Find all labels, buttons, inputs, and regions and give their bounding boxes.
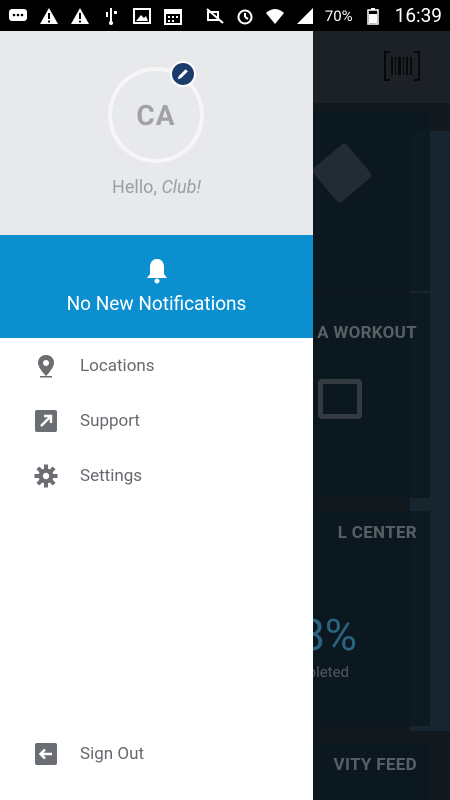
battery-percent: 70%: [324, 6, 353, 25]
menu-label: Settings: [80, 466, 143, 486]
navigation-drawer: CA Hello, Club! No New Notifications Loc…: [0, 31, 313, 800]
greeting-name: Club!: [161, 177, 201, 198]
signal-icon: [295, 7, 315, 25]
gear-icon: [34, 464, 58, 488]
bell-icon: [145, 257, 169, 285]
warning-icon: [70, 7, 90, 25]
battery-icon: [363, 7, 383, 25]
status-bar: 70% 16:39: [0, 0, 450, 31]
sign-out-label: Sign Out: [80, 744, 145, 764]
external-link-icon: [34, 409, 58, 433]
greeting-prefix: Hello,: [112, 177, 162, 198]
drawer-scrim[interactable]: [313, 31, 450, 800]
wifi-icon: [265, 7, 285, 25]
menu-item-support[interactable]: Support: [0, 396, 313, 446]
menu-label: Locations: [80, 356, 155, 376]
avatar-initials: CA: [136, 98, 176, 132]
usb-icon: [101, 7, 121, 25]
menu-label: Support: [80, 411, 140, 431]
clock: 16:39: [394, 4, 442, 27]
warning-icon: [39, 7, 59, 25]
message-icon: [8, 7, 28, 25]
location-pin-icon: [34, 354, 58, 378]
drawer-header: CA Hello, Club!: [0, 31, 313, 235]
menu-item-settings[interactable]: Settings: [0, 451, 313, 501]
menu-item-locations[interactable]: Locations: [0, 341, 313, 391]
sign-out-button[interactable]: Sign Out: [0, 729, 313, 779]
mute-icon: [205, 7, 225, 25]
sign-out-icon: [34, 742, 58, 766]
image-icon: [132, 7, 152, 25]
alarm-icon: [235, 7, 255, 25]
greeting: Hello, Club!: [0, 177, 313, 198]
notifications-banner[interactable]: No New Notifications: [0, 235, 313, 338]
edit-profile-icon[interactable]: [170, 61, 196, 87]
calendar-icon: [163, 7, 183, 25]
notifications-text: No New Notifications: [66, 292, 247, 315]
